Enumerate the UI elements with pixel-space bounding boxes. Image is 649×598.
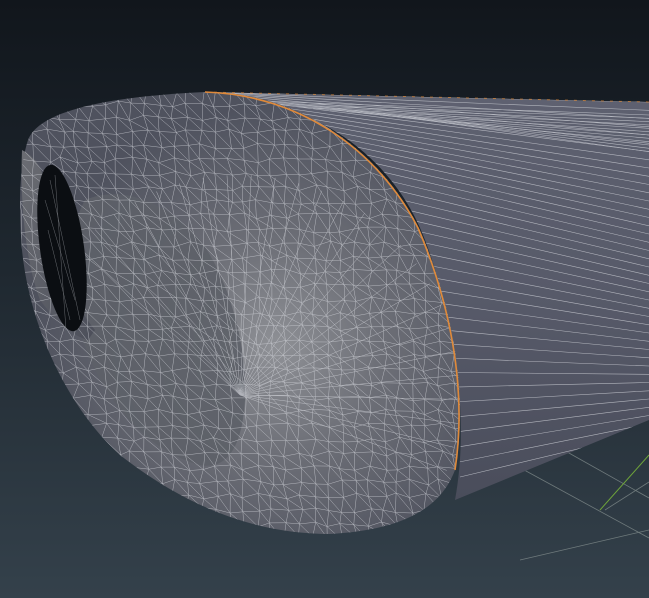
3d-viewport[interactable] (0, 0, 649, 598)
viewport-canvas[interactable] (0, 0, 649, 598)
